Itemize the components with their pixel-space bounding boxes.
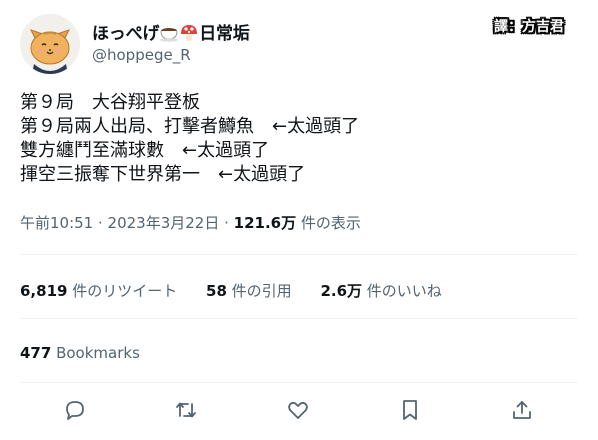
quotes-stat[interactable]: 58 件の引用 xyxy=(206,280,292,301)
bookmarks-stat[interactable]: 477 Bookmarks xyxy=(20,344,140,362)
share-button[interactable] xyxy=(510,398,536,424)
quotes-label: 件の引用 xyxy=(226,282,292,300)
display-name-suffix: 日常垢 xyxy=(199,24,250,44)
action-bar xyxy=(0,398,598,428)
cat-avatar-icon xyxy=(20,14,80,74)
meta-separator: · xyxy=(219,214,234,232)
translator-watermark: 譯：方吉君 xyxy=(494,19,564,35)
tweet-line: 第９局 大谷翔平登板 xyxy=(20,92,200,113)
likes-count: 2.6万 xyxy=(320,282,363,300)
retweets-stat[interactable]: 6,819 件のリツイート xyxy=(20,280,177,301)
tweet-line: 揮空三振奪下世界第一 ←太過頭了 xyxy=(20,164,306,185)
like-button[interactable] xyxy=(286,398,312,424)
likes-label: 件のいいね xyxy=(362,282,442,300)
quotes-count: 58 xyxy=(206,282,227,300)
tweet-text: 第９局 大谷翔平登板 第９局兩人出局、打擊者鱒魚 ←太過頭了 雙方纏鬥至滿球數 … xyxy=(20,91,580,187)
retweets-count: 6,819 xyxy=(20,282,68,300)
tweet-date[interactable]: 2023年3月22日 xyxy=(108,214,220,232)
reply-icon xyxy=(66,401,84,420)
bookmark-button[interactable] xyxy=(398,398,424,424)
author-avatar[interactable] xyxy=(20,14,80,74)
tweet-meta: 午前10:51 · 2023年3月22日 · 121.6万 件の表示 xyxy=(20,212,361,233)
retweet-icon xyxy=(176,402,196,418)
views-count: 121.6万 xyxy=(233,214,297,232)
author-display-name[interactable]: ほっぺげ 日常垢 xyxy=(92,19,250,44)
share-icon xyxy=(513,401,531,419)
bookmark-icon xyxy=(403,400,417,420)
divider xyxy=(20,382,578,383)
display-name-text: ほっぺげ xyxy=(92,24,160,44)
views-label: 件の表示 xyxy=(296,214,361,232)
divider xyxy=(20,318,578,319)
retweets-label: 件のリツイート xyxy=(67,282,178,300)
bookmarks-count: 477 xyxy=(20,344,52,362)
likes-stat[interactable]: 2.6万 件のいいね xyxy=(320,280,441,301)
tweet-line: 雙方纏鬥至滿球數 ←太過頭了 xyxy=(20,140,270,161)
like-icon xyxy=(288,401,308,419)
tweet-line: 第９局兩人出局、打擊者鱒魚 ←太過頭了 xyxy=(20,116,360,137)
meta-separator: · xyxy=(93,214,108,232)
engagement-stats: 6,819 件のリツイート 58 件の引用 2.6万 件のいいね xyxy=(20,280,466,301)
bookmarks-label: Bookmarks xyxy=(51,344,140,362)
retweet-button[interactable] xyxy=(174,398,200,424)
reply-button[interactable] xyxy=(63,398,89,424)
coffee-cup-icon xyxy=(159,24,179,42)
mushroom-icon xyxy=(179,24,199,42)
author-handle[interactable]: @hoppege_R xyxy=(92,46,191,64)
divider xyxy=(20,254,578,255)
tweet-time[interactable]: 午前10:51 xyxy=(20,214,93,232)
